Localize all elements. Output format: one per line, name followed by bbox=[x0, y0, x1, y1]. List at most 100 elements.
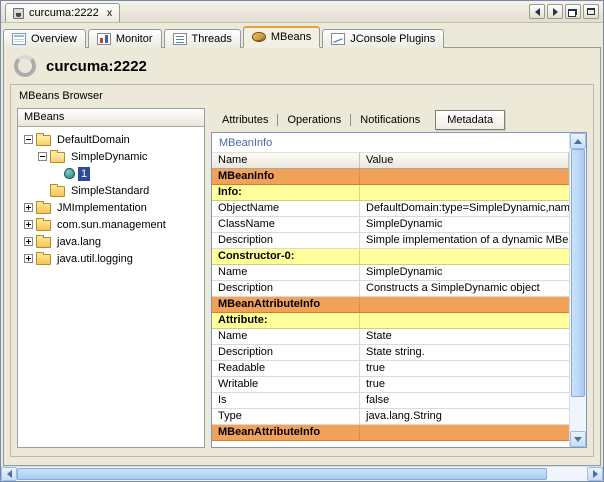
cell-name: Description bbox=[212, 233, 360, 248]
detail-tab-notifications[interactable]: Notifications bbox=[351, 111, 429, 129]
scroll-right-button[interactable] bbox=[587, 467, 603, 481]
cell-value: Constructs a SimpleDynamic object bbox=[360, 281, 569, 296]
folder-open-icon bbox=[36, 135, 51, 146]
cell-value bbox=[360, 249, 569, 264]
detail-tab-metadata[interactable]: Metadata bbox=[435, 110, 505, 130]
cell-value: DefaultDomain:type=SimpleDynamic,name=1 bbox=[360, 201, 569, 216]
table-row[interactable]: Attribute: bbox=[212, 313, 569, 329]
folder-icon bbox=[50, 186, 65, 197]
table-row[interactable]: MBeanAttributeInfo bbox=[212, 297, 569, 313]
overview-icon bbox=[12, 33, 26, 45]
expander-icon[interactable] bbox=[24, 254, 33, 263]
detail-tab-operations[interactable]: Operations bbox=[278, 111, 350, 129]
table-row[interactable]: Info: bbox=[212, 185, 569, 201]
tab-overview[interactable]: Overview bbox=[3, 29, 86, 48]
tab-label: Overview bbox=[31, 33, 77, 45]
connection-content: curcuma:2222 MBeans Browser MBeans Defau… bbox=[3, 47, 601, 466]
mdi-tabbar: curcuma:2222 x bbox=[1, 1, 603, 23]
table-row[interactable]: MBeanInfo bbox=[212, 169, 569, 185]
vertical-scrollbar[interactable] bbox=[569, 133, 586, 447]
column-header-name[interactable]: Name bbox=[212, 153, 360, 168]
cell-name: ClassName bbox=[212, 217, 360, 232]
threads-icon bbox=[173, 33, 187, 45]
tree-node-java-util-logging[interactable]: java.util.logging bbox=[20, 250, 202, 267]
vertical-scroll-track[interactable] bbox=[570, 149, 586, 431]
scroll-down-button[interactable] bbox=[570, 431, 586, 447]
bean-icon bbox=[64, 168, 75, 179]
tree-node-jmimplementation[interactable]: JMImplementation bbox=[20, 199, 202, 216]
jmx-connection-icon bbox=[13, 8, 24, 19]
connection-busy-icon bbox=[14, 55, 36, 77]
expander-icon[interactable] bbox=[24, 237, 33, 246]
table-body: MBeanInfo Info: ObjectName DefaultDomain… bbox=[212, 169, 569, 447]
scroll-left-button[interactable] bbox=[1, 467, 17, 481]
tree-header: MBeans bbox=[18, 109, 204, 127]
horizontal-scroll-thumb[interactable] bbox=[17, 468, 547, 480]
tree-node-com-sun-management[interactable]: com.sun.management bbox=[20, 216, 202, 233]
mbeans-icon bbox=[252, 32, 266, 42]
scroll-right-icon bbox=[593, 470, 598, 478]
scroll-up-button[interactable] bbox=[570, 133, 586, 149]
table-row[interactable]: Writable true bbox=[212, 377, 569, 393]
table-row[interactable]: ObjectName DefaultDomain:type=SimpleDyna… bbox=[212, 201, 569, 217]
restore-icon bbox=[570, 9, 577, 15]
tree-node-simpledynamic[interactable]: SimpleDynamic bbox=[20, 148, 202, 165]
tab-monitor[interactable]: Monitor bbox=[88, 29, 162, 48]
connection-title: curcuma:2222 bbox=[46, 58, 147, 75]
cell-name: Name bbox=[212, 265, 360, 280]
table-row[interactable]: Description Simple implementation of a d… bbox=[212, 233, 569, 249]
cell-value: false bbox=[360, 393, 569, 408]
main-tab-strip: Overview Monitor Threads MBeans JConsole… bbox=[1, 23, 603, 47]
tab-mbeans[interactable]: MBeans bbox=[243, 26, 320, 48]
tree-node-simplestandard[interactable]: SimpleStandard bbox=[20, 182, 202, 199]
column-header-value[interactable]: Value bbox=[360, 153, 569, 168]
tab-jconsole-plugins[interactable]: JConsole Plugins bbox=[322, 29, 444, 48]
restore-button[interactable] bbox=[565, 4, 581, 19]
tree-node-1[interactable]: 1 bbox=[20, 165, 202, 182]
tree-node-defaultdomain[interactable]: DefaultDomain bbox=[20, 131, 202, 148]
table-row[interactable]: Description Constructs a SimpleDynamic o… bbox=[212, 281, 569, 297]
scroll-up-icon bbox=[574, 139, 582, 144]
back-button[interactable] bbox=[529, 4, 545, 19]
table-header-row: Name Value bbox=[212, 152, 569, 169]
maximize-icon bbox=[587, 8, 595, 15]
tree-node-label: java.util.logging bbox=[54, 252, 136, 266]
close-tab-icon[interactable]: x bbox=[107, 8, 113, 19]
table-row[interactable]: Constructor-0: bbox=[212, 249, 569, 265]
maximize-button[interactable] bbox=[583, 4, 599, 19]
mbeans-browser-label: MBeans Browser bbox=[11, 85, 593, 108]
horizontal-scroll-track[interactable] bbox=[17, 467, 587, 481]
horizontal-scrollbar[interactable] bbox=[1, 466, 603, 481]
expander-icon[interactable] bbox=[24, 220, 33, 229]
cell-value bbox=[360, 313, 569, 328]
mbeans-browser-panel: MBeans Browser MBeans DefaultDomain Simp… bbox=[10, 84, 594, 457]
detail-tab-attributes[interactable]: Attributes bbox=[213, 111, 277, 129]
table-row[interactable]: Readable true bbox=[212, 361, 569, 377]
table-row[interactable]: Description State string. bbox=[212, 345, 569, 361]
cell-name: MBeanInfo bbox=[212, 169, 360, 184]
expander-icon[interactable] bbox=[38, 152, 47, 161]
table-row[interactable]: ClassName SimpleDynamic bbox=[212, 217, 569, 233]
connection-frame-tab[interactable]: curcuma:2222 x bbox=[5, 3, 120, 22]
tree-node-label: DefaultDomain bbox=[54, 133, 133, 147]
tab-threads[interactable]: Threads bbox=[164, 29, 241, 48]
tree-node-label: JMImplementation bbox=[54, 201, 150, 215]
expander-icon[interactable] bbox=[24, 135, 33, 144]
forward-button[interactable] bbox=[547, 4, 563, 19]
folder-icon bbox=[36, 220, 51, 231]
tree-node-label: SimpleDynamic bbox=[68, 150, 150, 164]
table-row[interactable]: Is false bbox=[212, 393, 569, 409]
table-row[interactable]: MBeanAttributeInfo bbox=[212, 425, 569, 441]
metadata-scrollpane: MBeanInfo Name Value MBeanInfo Info: Obj… bbox=[211, 132, 587, 448]
vertical-scroll-thumb[interactable] bbox=[571, 149, 585, 397]
tab-label: Monitor bbox=[116, 33, 153, 45]
table-row[interactable]: Name State bbox=[212, 329, 569, 345]
cell-value: true bbox=[360, 361, 569, 376]
table-row[interactable]: Type java.lang.String bbox=[212, 409, 569, 425]
back-icon bbox=[535, 8, 540, 16]
cell-name: Is bbox=[212, 393, 360, 408]
table-row[interactable]: Name SimpleDynamic bbox=[212, 265, 569, 281]
tree-node-java-lang[interactable]: java.lang bbox=[20, 233, 202, 250]
folder-icon bbox=[36, 237, 51, 248]
expander-icon[interactable] bbox=[24, 203, 33, 212]
